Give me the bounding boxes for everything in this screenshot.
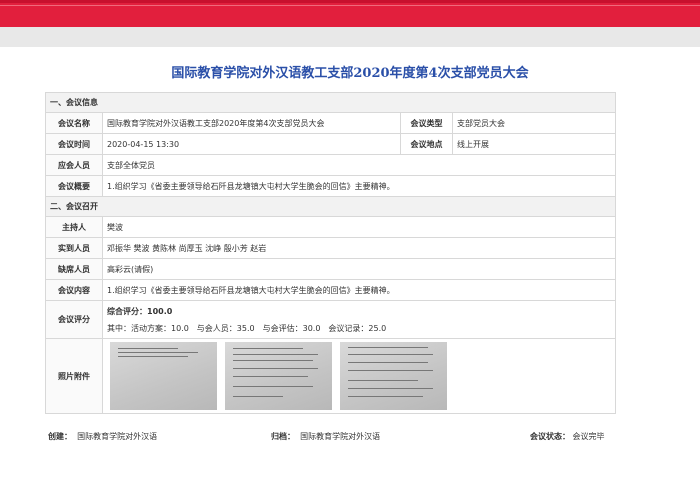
label: 创建： (48, 432, 72, 441)
label: 会议概要 (45, 175, 103, 197)
label: 缺席人员 (45, 258, 103, 280)
photo-area (102, 338, 616, 414)
label: 会议类型 (400, 112, 453, 134)
score-detail: 其中：活动方案：10.0 与会人员：35.0 与会评估：30.0 会议记录：25… (107, 323, 387, 333)
meeting-name: 国际教育学院对外汉语教工支部2020年度第4次支部党员大会 (102, 112, 401, 134)
photo-thumbnail[interactable] (225, 342, 332, 410)
meeting-time: 2020-04-15 13:30 (102, 133, 401, 155)
nav-band (0, 27, 700, 47)
label: 会议评分 (45, 300, 103, 339)
creator-value: 国际教育学院对外汉语 (77, 432, 158, 441)
photo-thumbnail[interactable] (340, 342, 447, 410)
score: 综合评分：100.0 其中：活动方案：10.0 与会人员：35.0 与会评估：3… (102, 300, 616, 339)
meeting-type: 支部党员大会 (452, 112, 616, 134)
archive: 归档： 国际教育学院对外汉语 (271, 431, 380, 442)
absent: 高彩云(请假) (102, 258, 616, 280)
score-total: 综合评分：100.0 (107, 306, 173, 316)
label: 应会人员 (45, 154, 103, 176)
meeting-place: 线上开展 (452, 133, 616, 155)
label: 会议时间 (45, 133, 103, 155)
label: 会议内容 (45, 279, 103, 301)
section-meeting-info: 一、会议信息 (45, 92, 616, 113)
top-header-bar (0, 0, 700, 27)
label: 会议状态： (530, 432, 570, 441)
content: 1.组织学习《省委主要领导给石阡县龙塘镇大屯村大学生脆会的回信》主要精神。 (102, 279, 616, 301)
photo-thumbnail[interactable] (110, 342, 217, 410)
present: 邓振华 樊波 黄陈林 尚厚玉 沈峥 殷小芳 赵岩 (102, 237, 616, 259)
page-title: 国际教育学院对外汉语教工支部2020年度第4次支部党员大会 (171, 66, 529, 81)
label: 会议名称 (45, 112, 103, 134)
archive-value: 国际教育学院对外汉语 (300, 432, 381, 441)
label: 照片附件 (45, 338, 103, 414)
attendees: 支部全体党员 (102, 154, 616, 176)
summary: 1.组织学习《省委主要领导给石阡县龙塘镇大屯村大学生脆会的回信》主要精神。 (102, 175, 616, 197)
meeting-table: 一、会议信息 会议名称 国际教育学院对外汉语教工支部2020年度第4次支部党员大会… (45, 92, 616, 414)
label: 主持人 (45, 216, 103, 238)
section-meeting-held: 二、会议召开 (45, 196, 616, 217)
host: 樊波 (102, 216, 616, 238)
meeting-status: 会议状态： 会议完毕 (530, 431, 605, 442)
status-value: 会议完毕 (572, 432, 605, 441)
label: 实到人员 (45, 237, 103, 259)
label: 归档： (271, 432, 295, 441)
creator: 创建： 国际教育学院对外汉语 (48, 431, 157, 442)
label: 会议地点 (400, 133, 453, 155)
